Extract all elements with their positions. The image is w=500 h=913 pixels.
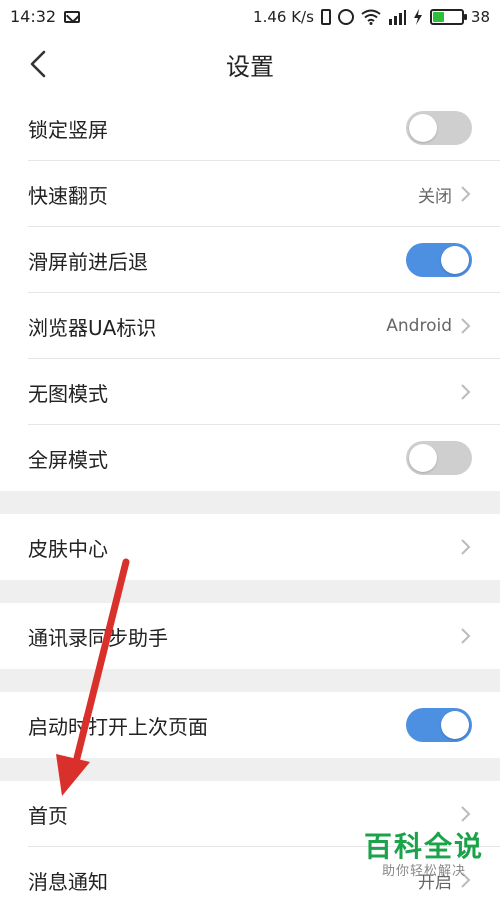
- header: 设置: [0, 33, 500, 95]
- open-last-page-toggle[interactable]: [406, 708, 472, 742]
- watermark-logo: 百科全说 助你轻松解决: [363, 829, 484, 879]
- setting-value: Android: [386, 316, 452, 336]
- setting-label: 首页: [28, 803, 68, 828]
- lock-portrait-toggle[interactable]: [406, 111, 472, 145]
- setting-label: 浏览器UA标识: [28, 315, 157, 340]
- setting-swipe-navigation[interactable]: 滑屏前进后退: [0, 227, 500, 293]
- chevron-right-icon: [461, 806, 471, 822]
- setting-no-image-mode[interactable]: 无图模式: [0, 359, 500, 425]
- message-icon: [64, 10, 81, 23]
- chevron-right-icon: [461, 186, 471, 202]
- setting-label: 锁定竖屏: [28, 117, 108, 142]
- setting-open-last-page[interactable]: 启动时打开上次页面: [0, 692, 500, 758]
- chevron-right-icon: [461, 539, 471, 555]
- chevron-right-icon: [461, 628, 471, 644]
- setting-label: 快速翻页: [28, 183, 108, 208]
- chevron-right-icon: [461, 318, 471, 334]
- alarm-icon: [337, 8, 354, 25]
- watermark-subtitle: 助你轻松解决: [381, 863, 466, 879]
- wifi-icon: [361, 9, 381, 25]
- page-title: 设置: [226, 52, 274, 81]
- setting-value: 关闭: [418, 186, 452, 207]
- battery-percent: 38: [470, 7, 490, 26]
- setting-skin-center[interactable]: 皮肤中心: [0, 514, 500, 580]
- settings-list: 锁定竖屏 快速翻页 关闭 滑屏前进后退 浏览器UA标识 Android 无图模式…: [0, 95, 500, 913]
- section-gap: [0, 491, 500, 514]
- setting-lock-portrait[interactable]: 锁定竖屏: [0, 95, 500, 161]
- charging-icon: [413, 8, 422, 25]
- fullscreen-mode-toggle[interactable]: [406, 441, 472, 475]
- section-gap: [0, 580, 500, 603]
- status-bar: 14:32 1.46 K/s 38: [0, 0, 500, 33]
- chevron-left-icon: [30, 50, 46, 78]
- section-gap: [0, 669, 500, 692]
- setting-label: 皮肤中心: [28, 536, 108, 561]
- setting-label: 全屏模式: [28, 447, 108, 472]
- toggle-knob: [441, 711, 469, 739]
- setting-label: 无图模式: [28, 381, 108, 406]
- toggle-knob: [409, 444, 437, 472]
- signal-icon: [388, 9, 406, 25]
- swipe-navigation-toggle[interactable]: [406, 243, 472, 277]
- setting-label: 通讯录同步助手: [28, 625, 168, 650]
- setting-browser-ua[interactable]: 浏览器UA标识 Android: [0, 293, 500, 359]
- battery-fill: [432, 11, 444, 22]
- setting-label: 消息通知: [28, 869, 108, 894]
- setting-fullscreen-mode[interactable]: 全屏模式: [0, 425, 500, 491]
- setting-contacts-sync[interactable]: 通讯录同步助手: [0, 603, 500, 669]
- chevron-right-icon: [461, 384, 471, 400]
- section-gap: [0, 758, 500, 781]
- watermark-title: 百科全说: [363, 829, 484, 863]
- toggle-knob: [409, 114, 437, 142]
- setting-fast-page-turn[interactable]: 快速翻页 关闭: [0, 161, 500, 227]
- battery-icon: [429, 8, 467, 25]
- vibrate-icon: [320, 8, 331, 25]
- setting-label: 启动时打开上次页面: [28, 714, 208, 739]
- setting-label: 滑屏前进后退: [28, 249, 148, 274]
- toggle-knob: [441, 246, 469, 274]
- back-button[interactable]: [22, 47, 56, 81]
- status-time: 14:32: [10, 7, 57, 26]
- network-speed: 1.46 K/s: [253, 7, 314, 26]
